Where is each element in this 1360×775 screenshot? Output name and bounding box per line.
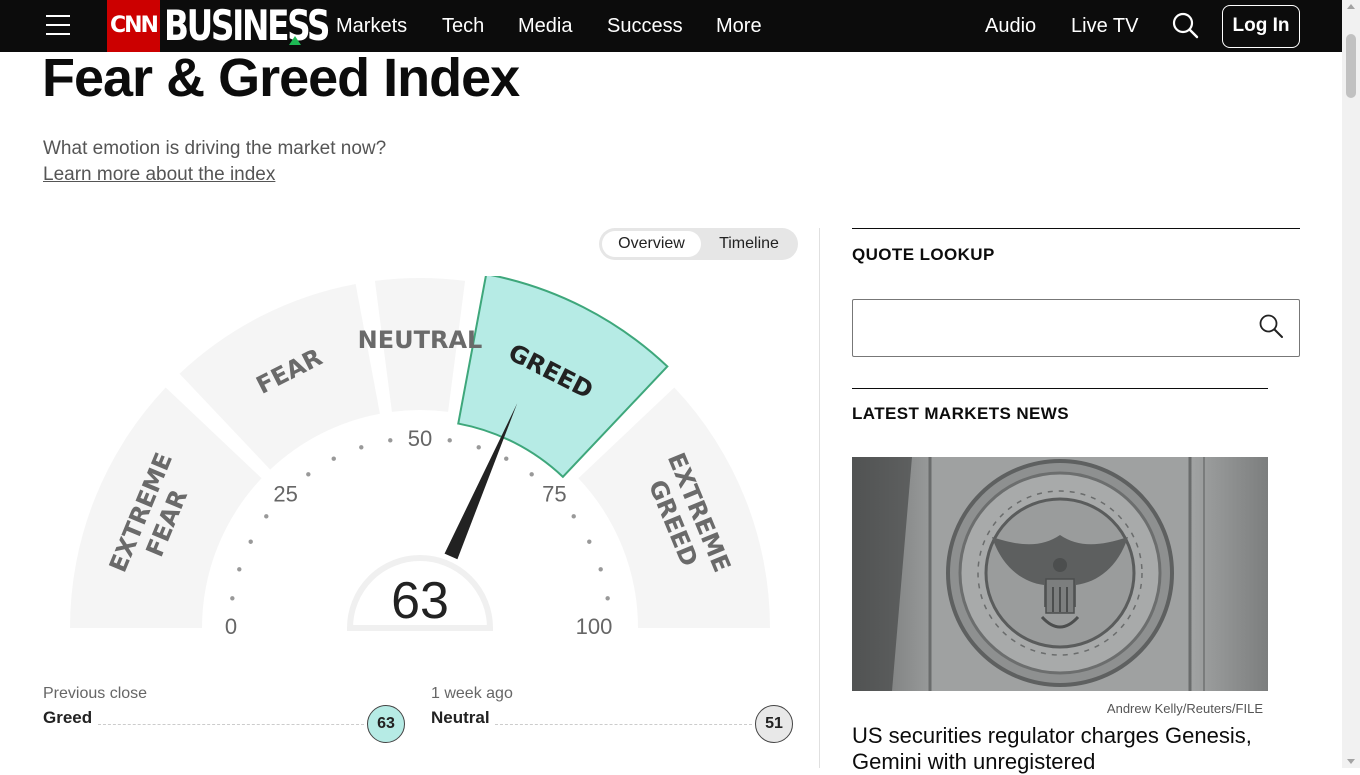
logo-triangle-icon: [289, 36, 301, 45]
section-rule: [852, 228, 1300, 229]
gauge-tick-dot: [230, 596, 235, 601]
gauge-tick-dot: [571, 514, 576, 519]
sec-seal-icon: [852, 457, 1268, 691]
page-scrollbar[interactable]: [1342, 0, 1360, 768]
gauge-tick-label: 25: [273, 482, 297, 507]
reading-label-week-ago: 1 week ago: [431, 685, 513, 702]
latest-news-heading: LATEST MARKETS NEWS: [852, 404, 1069, 423]
cnn-logo-text: CNN: [110, 13, 159, 38]
top-nav: CNN BUSINESS Markets Tech Media Success …: [0, 0, 1342, 52]
gauge-tick-dot: [248, 539, 253, 544]
learn-more-link[interactable]: Learn more about the index: [43, 164, 275, 186]
page-title: Fear & Greed Index: [42, 48, 520, 108]
reading-value-previous-close: Greed: [43, 708, 93, 727]
reading-leader-line: [98, 724, 364, 725]
toggle-overview[interactable]: Overview: [602, 231, 701, 257]
quote-search-icon[interactable]: [1258, 313, 1284, 339]
gauge-tick-dot: [598, 567, 603, 572]
nav-link-markets[interactable]: Markets: [336, 14, 407, 38]
nav-link-more[interactable]: More: [716, 14, 762, 38]
nav-link-media[interactable]: Media: [518, 14, 572, 38]
toggle-timeline[interactable]: Timeline: [703, 231, 795, 257]
gauge-tick-label: 100: [576, 614, 613, 639]
gauge-tick-dot: [447, 438, 452, 443]
scroll-up-icon[interactable]: [1347, 4, 1355, 9]
menu-icon[interactable]: [46, 13, 72, 37]
image-credit: Andrew Kelly/Reuters/FILE: [1106, 701, 1263, 716]
fear-greed-gauge: EXTREMEFEARFEARNEUTRAL GREEDEXTREMEGREED0…: [70, 276, 770, 639]
gauge-tick-dot: [476, 445, 481, 450]
sec-seal-image[interactable]: [852, 457, 1268, 691]
business-logo-text[interactable]: BUSINESS: [164, 4, 330, 48]
column-divider: [819, 228, 820, 768]
gauge-tick-label: 50: [408, 426, 432, 451]
gauge-segment-label: NEUTRAL: [358, 326, 483, 354]
reading-leader-line: [495, 724, 752, 725]
reading-label-previous-close: Previous close: [43, 685, 148, 702]
gauge-tick-dot: [605, 596, 610, 601]
gauge-tick-label: 75: [542, 482, 566, 507]
news-headline-link[interactable]: US securities regulator charges Genesis,…: [852, 723, 1272, 775]
reading-value-week-ago: Neutral: [431, 708, 490, 727]
gauge-tick-dot: [237, 567, 242, 572]
cnn-logo[interactable]: CNN: [107, 0, 160, 52]
gauge-tick-dot: [388, 438, 393, 443]
scroll-thumb[interactable]: [1346, 34, 1356, 98]
gauge-tick-label: 0: [225, 614, 237, 639]
login-button[interactable]: Log In: [1222, 5, 1300, 48]
gauge-tick-dot: [264, 514, 269, 519]
gauge-tick-dot: [306, 472, 311, 477]
gauge-value: 63: [391, 572, 449, 630]
reading-score-previous-close: 63: [367, 705, 405, 743]
gauge-tick-dot: [504, 456, 509, 461]
scroll-down-icon[interactable]: [1347, 759, 1355, 764]
nav-link-audio[interactable]: Audio: [985, 14, 1036, 38]
gauge-tick-dot: [529, 472, 534, 477]
gauge-tick-dot: [331, 456, 336, 461]
section-rule: [852, 388, 1268, 389]
reading-score-week-ago: 51: [755, 705, 793, 743]
nav-link-success[interactable]: Success: [607, 14, 683, 38]
search-icon[interactable]: [1171, 11, 1199, 39]
quote-lookup-input[interactable]: [852, 299, 1300, 357]
quote-lookup-heading: QUOTE LOOKUP: [852, 245, 995, 264]
page-subtitle: What emotion is driving the market now?: [43, 138, 387, 159]
gauge-tick-dot: [587, 539, 592, 544]
gauge-tick-dot: [359, 445, 364, 450]
nav-link-live-tv[interactable]: Live TV: [1071, 14, 1138, 38]
nav-link-tech[interactable]: Tech: [442, 14, 484, 38]
view-toggle: Overview Timeline: [599, 228, 798, 260]
